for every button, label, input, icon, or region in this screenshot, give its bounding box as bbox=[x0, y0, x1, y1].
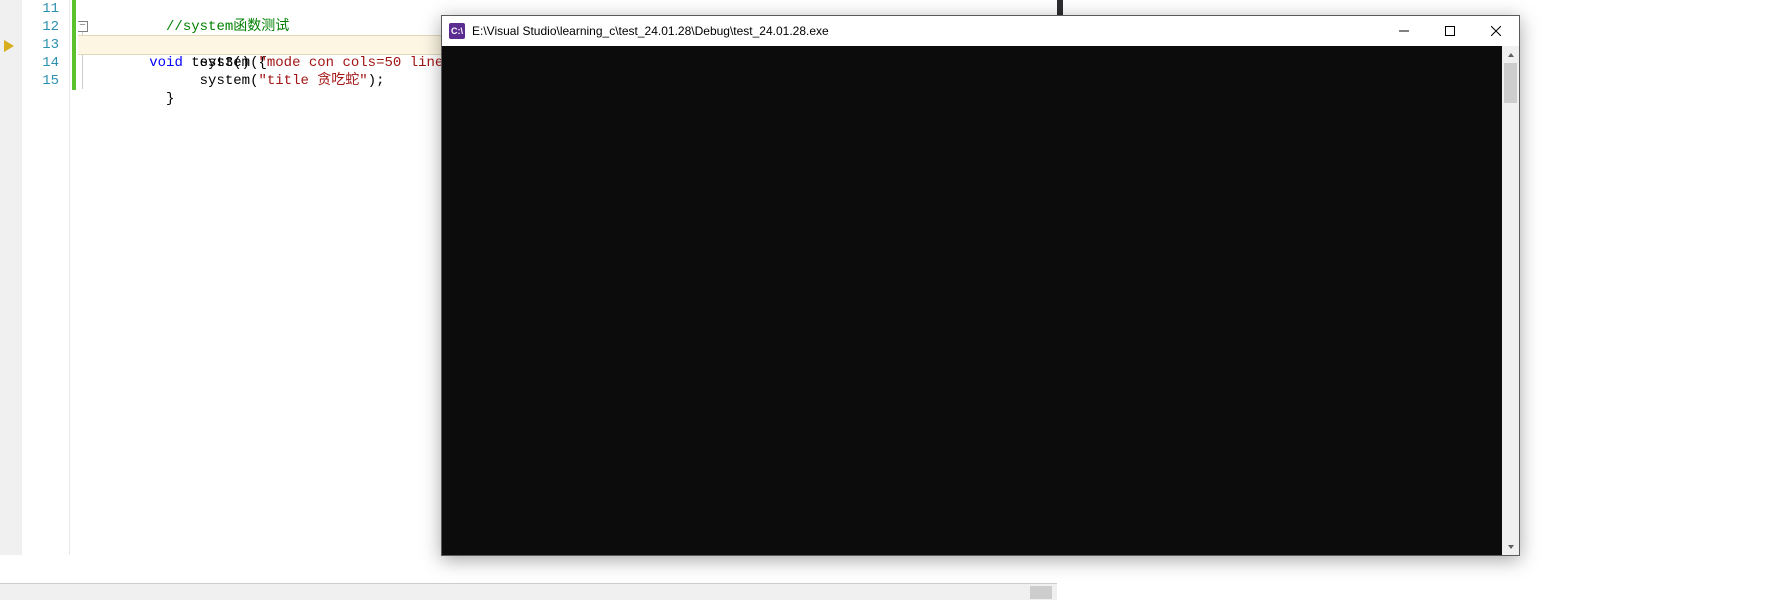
minimize-icon bbox=[1399, 26, 1409, 36]
current-statement-arrow-icon bbox=[4, 40, 14, 52]
line-number-gutter: 11 12 13 14 15 bbox=[22, 0, 70, 555]
maximize-icon bbox=[1445, 26, 1455, 36]
changed-lines-indicator bbox=[72, 0, 76, 90]
console-output[interactable] bbox=[442, 46, 1502, 555]
console-vertical-scrollbar[interactable] bbox=[1502, 46, 1519, 555]
breakpoint-gutter[interactable] bbox=[0, 0, 22, 555]
line-number: 13 bbox=[22, 36, 59, 54]
scrollbar-thumb[interactable] bbox=[1030, 586, 1052, 599]
console-app-icon: C:\ bbox=[449, 23, 465, 39]
console-titlebar[interactable]: C:\ E:\Visual Studio\learning_c\test_24.… bbox=[442, 16, 1519, 46]
scrollbar-up-button[interactable] bbox=[1502, 46, 1519, 63]
console-body bbox=[442, 46, 1519, 555]
maximize-button[interactable] bbox=[1427, 16, 1473, 46]
line-number: 12 bbox=[22, 18, 59, 36]
close-button[interactable] bbox=[1473, 16, 1519, 46]
console-window[interactable]: C:\ E:\Visual Studio\learning_c\test_24.… bbox=[441, 15, 1520, 556]
close-icon bbox=[1491, 26, 1501, 36]
line-number: 11 bbox=[22, 0, 59, 18]
editor-horizontal-scrollbar[interactable] bbox=[0, 583, 1057, 600]
scrollbar-down-button[interactable] bbox=[1502, 538, 1519, 555]
chevron-down-icon bbox=[1507, 543, 1515, 551]
line-number: 14 bbox=[22, 54, 59, 72]
outline-collapse-icon[interactable]: − bbox=[78, 21, 88, 32]
line-number: 15 bbox=[22, 72, 59, 90]
chevron-up-icon bbox=[1507, 51, 1515, 59]
change-gutter bbox=[70, 0, 78, 555]
scrollbar-thumb[interactable] bbox=[1504, 63, 1517, 103]
console-title: E:\Visual Studio\learning_c\test_24.01.2… bbox=[472, 24, 1381, 38]
minimize-button[interactable] bbox=[1381, 16, 1427, 46]
code-punct: } bbox=[166, 91, 174, 107]
